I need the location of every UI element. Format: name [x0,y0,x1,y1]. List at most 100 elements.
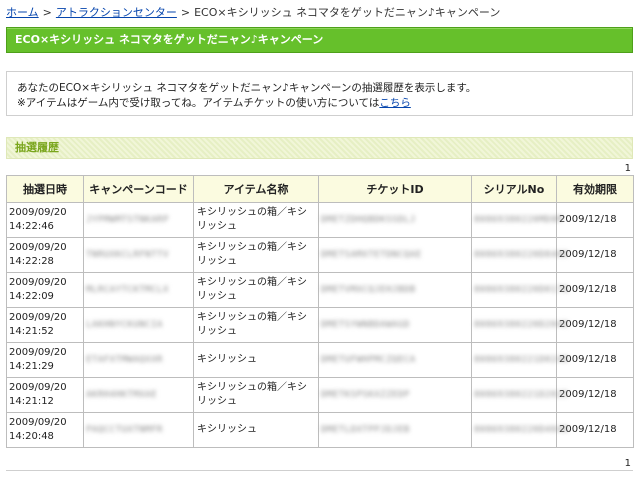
table-row: 2009/09/20 14:22:09 MLRCAYTCKTMCLX キシリッシュの箱… [6,272,634,308]
ticket-id-blurred: DMETKSPSKXZZEDP [321,390,410,400]
campaign-code-blurred: LAKHNYCKUNCIA [86,320,163,330]
pager-top[interactable]: 1 [625,163,631,174]
cell-item-name: キシリッシュの箱／キシリッシュ [193,202,319,238]
column-header-serial-no: シリアルNo [471,175,557,203]
table-row: 2009/09/20 14:21:52 LAKHNYCKUNCIA キシリッシュの箱／… [6,307,634,343]
serial-no-blurred: 80869380220D8400 [474,250,569,260]
serial-no-blurred: 80869380220D0176 [474,285,569,295]
draw-time: 14:21:52 [9,326,54,337]
section-title-lottery-history: 抽選履歴 [6,137,633,159]
cell-ticket-id: DMETSAMXTETDNCQAE [318,237,472,273]
breadcrumb: ホーム > アトラクションセンター > ECO×キシリッシュ ネコマタをゲットだニャン♪… [6,4,500,20]
serial-no-blurred: 80869380220D2040 [474,320,569,330]
ticket-id-blurred: DMETVMXCQJEHJBDB [321,285,416,295]
cell-item-name: キシリッシュの箱／キシリッシュ [193,377,319,413]
draw-date: 2009/09/20 [9,242,67,253]
draw-time: 14:20:48 [9,431,54,442]
cell-serial-no: 80869380220D8400 [471,237,568,273]
cell-item-name: キシリッシュ [193,412,319,448]
campaign-title-banner: ECO×キシリッシュ ネコマタをゲットだニャン♪キャンペーン [6,27,633,53]
cell-campaign-code: MLRCAYTCKTMCLX [83,272,194,308]
cell-campaign-code: LAKHNYCKUNCIA [83,307,194,343]
cell-serial-no: 80869380220D0176 [471,272,568,308]
cell-serial-no: 80869380220MD0M [471,202,562,238]
cell-ticket-id: DMETLDXTPPJDJEB [318,412,472,448]
campaign-code-blurred: ETAFXTMWAQXXR [86,355,163,365]
draw-date: 2009/09/20 [9,382,67,393]
table-row: 2009/09/20 14:20:48 PAQCCTUXTNMFR キシリッシュ DME… [6,412,634,448]
serial-no-blurred: 80869380221D2025 [474,390,569,400]
breadcrumb-current: ECO×キシリッシュ ネコマタをゲットだニャン♪キャンペーン [194,6,501,19]
cell-draw-date: 2009/09/20 14:22:46 [6,202,84,238]
cell-campaign-code: TNRUXKCLRFNTTV [83,237,194,273]
cell-item-name: キシリッシュの箱／キシリッシュ [193,307,319,343]
draw-date: 2009/09/20 [9,347,67,358]
draw-date: 2009/09/20 [9,277,67,288]
lottery-history-table: 抽選日時 キャンペーンコード アイテム名称 チケットID シリアルNo 有効期限… [6,175,634,448]
cell-draw-date: 2009/09/20 14:21:29 [6,342,84,378]
breadcrumb-separator: > [180,6,191,19]
column-header-campaign-code: キャンペーンコード [83,175,194,203]
draw-time: 14:22:09 [9,291,54,302]
cell-serial-no: 80869380221D2025 [471,377,568,413]
draw-date: 2009/09/20 [9,312,67,323]
divider [6,470,633,471]
table-row: 2009/09/20 14:22:46 JYPMWMTSTNKARP キシリッシュの箱… [6,202,634,238]
breadcrumb-attraction-link[interactable]: アトラクションセンター [56,6,177,19]
cell-draw-date: 2009/09/20 14:21:12 [6,377,84,413]
cell-ticket-id: DMETUFWHPMCZQECA [318,342,472,378]
draw-time: 14:22:46 [9,221,54,232]
ticket-id-blurred: DMETSAMXTETDNCQAE [321,250,422,260]
draw-date: 2009/09/20 [9,417,67,428]
cell-expiry: 2009/12/18 [556,202,634,238]
help-link[interactable]: こちら [379,97,411,109]
draw-time: 14:21:12 [9,396,54,407]
ticket-id-blurred: DMETZDHQBDKSSDLJ [321,215,416,225]
pager-bottom[interactable]: 1 [625,458,631,469]
cell-campaign-code: JYPMWMTSTNKARP [83,202,194,238]
cell-draw-date: 2009/09/20 14:21:52 [6,307,84,343]
ticket-id-blurred: DMETLDXTPPJDJEB [321,425,410,435]
breadcrumb-home-link[interactable]: ホーム [6,6,39,19]
cell-draw-date: 2009/09/20 14:22:09 [6,272,84,308]
column-header-item-name: アイテム名称 [193,175,319,203]
intro-box: あなたのECO×キシリッシュ ネコマタをゲットだニャン♪キャンペーンの抽選履歴を… [6,71,633,116]
campaign-code-blurred: MLRCAYTCKTMCLX [86,285,169,295]
cell-ticket-id: DMETVMXCQJEHJBDB [318,272,472,308]
campaign-code-blurred: AKRH4HKTMXAE [86,390,158,400]
cell-campaign-code: PAQCCTUXTNMFR [83,412,194,448]
cell-ticket-id: DMETKSPSKXZZEDP [318,377,472,413]
table-row: 2009/09/20 14:21:29 ETAFXTMWAQXXR キシリッシュ DME… [6,342,634,378]
campaign-code-blurred: TNRUXKCLRFNTTV [86,250,169,260]
cell-campaign-code: ETAFXTMWAQXXR [83,342,194,378]
table-row: 2009/09/20 14:22:28 TNRUXKCLRFNTTV キシリッシュの箱… [6,237,634,273]
cell-serial-no: 80869380220D4040 [471,412,568,448]
serial-no-blurred: 80869380221D0240 [474,355,569,365]
cell-item-name: キシリッシュの箱／キシリッシュ [193,237,319,273]
column-header-draw-date: 抽選日時 [6,175,84,203]
intro-line-1: あなたのECO×キシリッシュ ネコマタをゲットだニャン♪キャンペーンの抽選履歴を… [17,82,477,94]
cell-draw-date: 2009/09/20 14:20:48 [6,412,84,448]
column-header-expiry: 有効期限 [556,175,634,203]
cell-draw-date: 2009/09/20 14:22:28 [6,237,84,273]
cell-campaign-code: AKRH4HKTMXAE [83,377,194,413]
intro-line-2: ※アイテムはゲーム内で受け取ってね。アイテムチケットの使い方についてはこちら [17,96,622,111]
ticket-id-blurred: DMETUFWHPMCZQECA [321,355,416,365]
serial-no-blurred: 80869380220MD0M [474,215,563,225]
serial-no-blurred: 80869380220D4040 [474,425,569,435]
breadcrumb-separator: > [42,6,52,19]
cell-item-name: キシリッシュ [193,342,319,378]
table-row: 2009/09/20 14:21:12 AKRH4HKTMXAE キシリッシュの箱／キ… [6,377,634,413]
ticket-id-blurred: DMETSYWNBDAWAGD [321,320,410,330]
cell-serial-no: 80869380221D0240 [471,342,568,378]
column-header-ticket-id: チケットID [318,175,472,203]
cell-ticket-id: DMETSYWNBDAWAGD [318,307,472,343]
cell-serial-no: 80869380220D2040 [471,307,568,343]
table-header-row: 抽選日時 キャンペーンコード アイテム名称 チケットID シリアルNo 有効期限 [6,175,634,203]
campaign-code-blurred: JYPMWMTSTNKARP [86,215,169,225]
intro-line-2-text: ※アイテムはゲーム内で受け取ってね。アイテムチケットの使い方については [17,97,380,109]
draw-time: 14:21:29 [9,361,54,372]
cell-item-name: キシリッシュの箱／キシリッシュ [193,272,319,308]
draw-date: 2009/09/20 [9,207,67,218]
draw-time: 14:22:28 [9,256,54,267]
